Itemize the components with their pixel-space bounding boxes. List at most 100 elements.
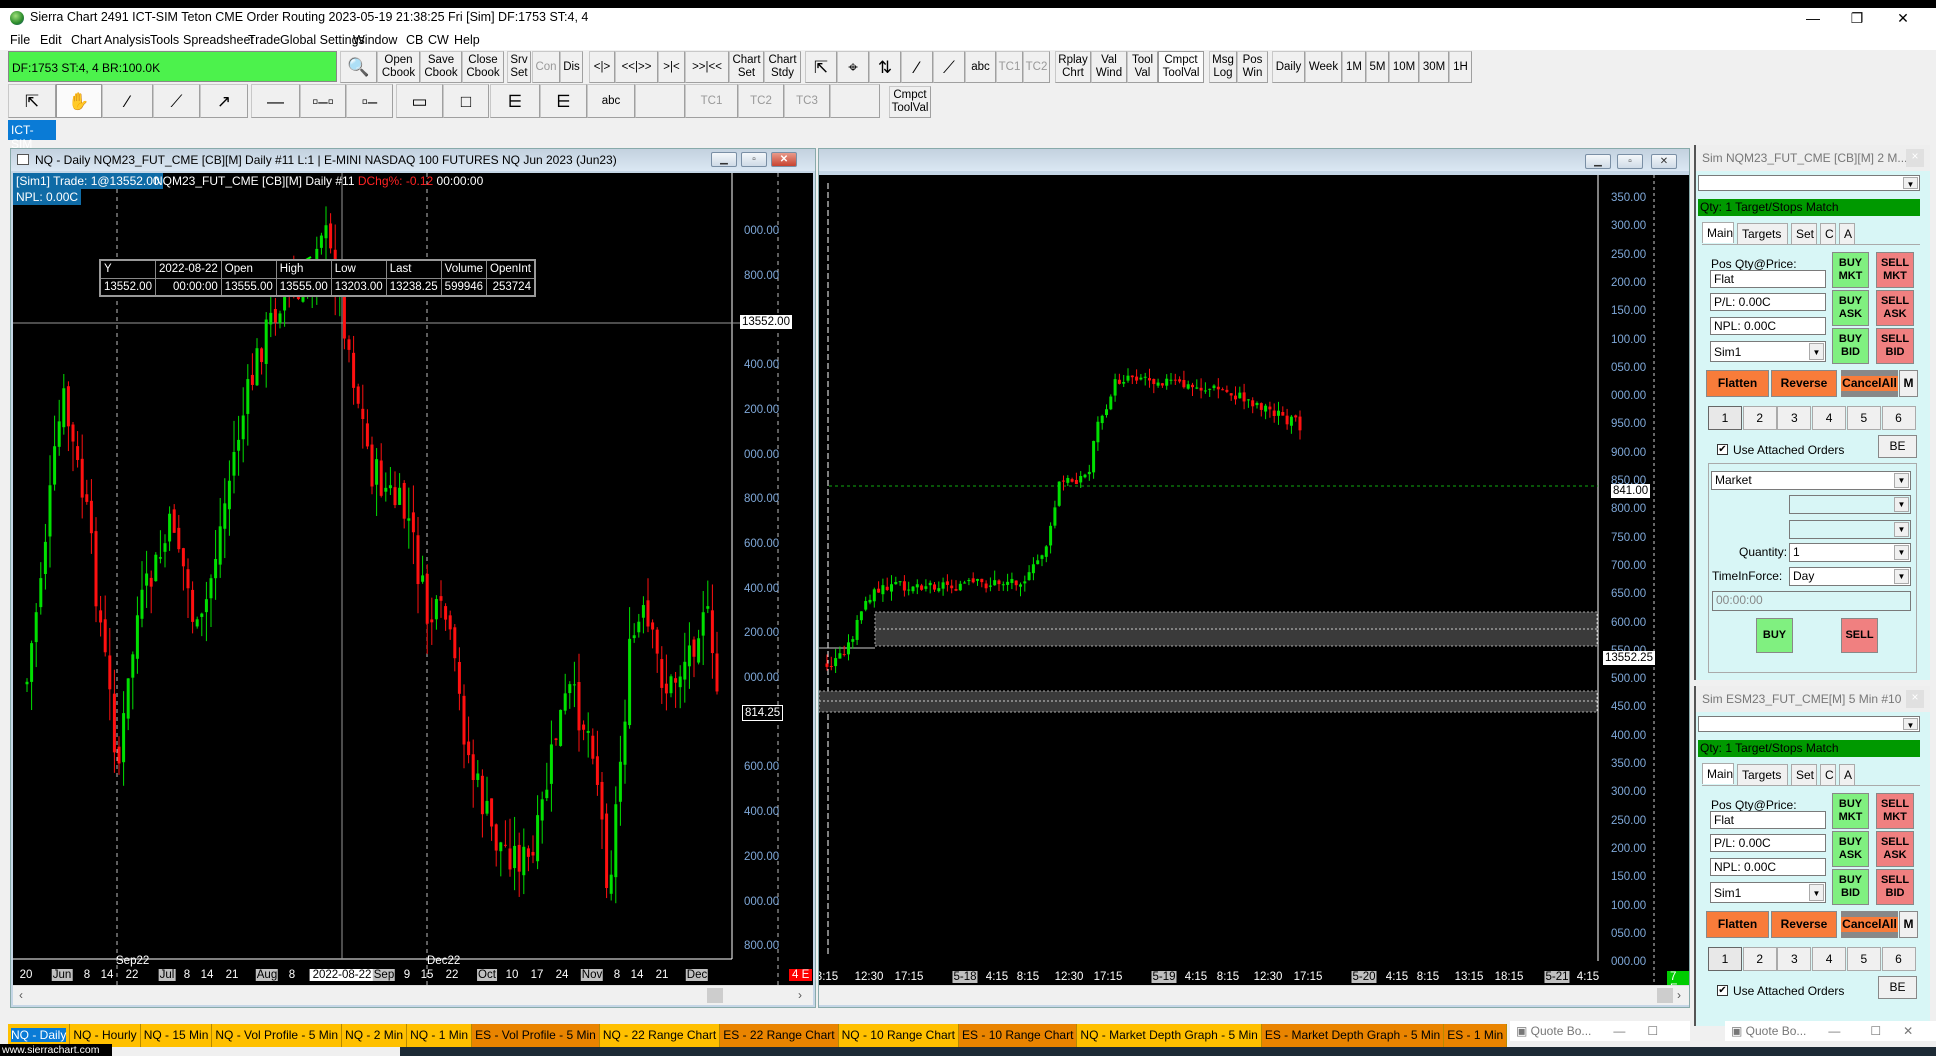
toolbar-srv-set-button[interactable]: Srv Set <box>507 51 531 83</box>
account-select[interactable]: Sim1 ▼ <box>1710 341 1826 362</box>
right-chart-restore[interactable]: ▫ <box>1617 154 1643 169</box>
symbol-search-button[interactable]: 🔍 <box>340 51 377 83</box>
scroll-thumb[interactable] <box>707 988 723 1003</box>
left-chart-minimize[interactable]: ▁ <box>711 152 737 167</box>
toolbar-1m-button[interactable]: 1M <box>1342 51 1366 83</box>
right-chart-title[interactable] <box>819 149 1689 171</box>
tab-main[interactable]: Main <box>1702 763 1734 784</box>
text-tool-button[interactable]: abc <box>587 84 635 118</box>
tab-a[interactable]: A <box>1839 223 1855 244</box>
menu-window[interactable]: Window <box>353 33 397 47</box>
menu-help[interactable]: Help <box>454 33 480 47</box>
symbol-select[interactable]: ▼ <box>1698 716 1920 732</box>
sell-button[interactable]: SELL <box>1841 618 1878 653</box>
order-type-select[interactable]: Market ▼ <box>1711 471 1911 490</box>
quantity-preset-4[interactable]: 4 <box>1812 406 1847 430</box>
time-in-force-select[interactable]: Day ▼ <box>1789 567 1911 586</box>
chart-tab-nq-15-min[interactable]: NQ - 15 Min <box>140 1024 213 1047</box>
quantity-preset-4[interactable]: 4 <box>1812 947 1847 971</box>
right-chart-plot[interactable]: 350.00 300.00 250.00 200.00 150.00 100.00 050.… <box>819 175 1689 985</box>
arrow-tool-button[interactable]: ↗ <box>200 84 248 118</box>
sell-ask-button[interactable]: SELL ASK <box>1876 831 1914 867</box>
buy-mkt-button[interactable]: BUY MKT <box>1832 793 1869 829</box>
menu-file[interactable]: File <box>10 33 30 47</box>
toolbar-daily-button[interactable]: Daily <box>1272 51 1305 83</box>
chart-tab-nq-10-range-chart[interactable]: NQ - 10 Range Chart <box>838 1024 960 1047</box>
quantity-preset-2[interactable]: 2 <box>1742 406 1777 430</box>
scroll-right-icon[interactable]: › <box>798 988 802 1002</box>
chart-tab-es-1-min[interactable]: ES - 1 Min <box>1444 1024 1508 1047</box>
quote-box-window-1[interactable]: ▣ Quote Bo... — ☐ <box>1510 1021 1690 1041</box>
left-chart-plot[interactable]: [Sim1] Trade: 1@13552.00 NQM23_FUT_CME [… <box>13 173 813 985</box>
toolbar-30m-button[interactable]: 30M <box>1419 51 1449 83</box>
toolbar-val-wind-button[interactable]: Val Wind <box>1091 51 1127 83</box>
menu-chart[interactable]: Chart <box>71 33 102 47</box>
toolbar-5m-button[interactable]: 5M <box>1366 51 1389 83</box>
toolbar-pos-win-button[interactable]: Pos Win <box>1237 51 1268 83</box>
right-chart-scrollbar[interactable]: › <box>819 985 1689 1005</box>
m-button[interactable]: M <box>1899 370 1918 397</box>
chart-tab-nq-22-range-chart[interactable]: NQ - 22 Range Chart <box>599 1024 721 1047</box>
tab-c[interactable]: C <box>1820 223 1836 244</box>
chart-tab-es-10-range-chart[interactable]: ES - 10 Range Chart <box>959 1024 1078 1047</box>
toolbar-close-cbook-button[interactable]: Close Cbook <box>462 51 504 83</box>
tab-a[interactable]: A <box>1839 764 1855 785</box>
chart-tab-es-market-depth-graph-5-min[interactable]: ES - Market Depth Graph - 5 Min <box>1261 1024 1445 1047</box>
tab-set[interactable]: Set <box>1791 764 1817 785</box>
horizontal-line-ray-tool-button[interactable]: ▫– <box>346 84 393 118</box>
quantity-preset-1[interactable]: 1 <box>1708 406 1742 430</box>
cancel-all-button[interactable]: CancelAll <box>1841 911 1898 938</box>
toolbar-10m-button[interactable]: 10M <box>1389 51 1419 83</box>
tab-main[interactable]: Main <box>1702 222 1734 243</box>
buy-mkt-button[interactable]: BUY MKT <box>1832 252 1869 288</box>
tab-targets[interactable]: Targets <box>1737 223 1788 244</box>
quantity-preset-5[interactable]: 5 <box>1846 406 1881 430</box>
blank-tool-button[interactable] <box>830 84 880 118</box>
toolbar-dis-button[interactable]: Dis <box>560 51 583 83</box>
left-chart-close[interactable]: ✕ <box>771 152 797 167</box>
toolbar-con-button[interactable]: Con <box>532 51 560 83</box>
maximize-button[interactable]: ❐ <box>1842 10 1872 27</box>
pointer-tool-button[interactable]: ⇱ <box>8 84 56 118</box>
quantity-preset-5[interactable]: 5 <box>1846 947 1881 971</box>
right-chart-close[interactable]: ✕ <box>1651 154 1677 169</box>
left-chart-scrollbar[interactable]: ‹ › <box>13 985 813 1005</box>
quantity-preset-2[interactable]: 2 <box>1742 947 1777 971</box>
reverse-button[interactable]: Reverse <box>1771 911 1837 938</box>
extended-ray-tool-button[interactable]: ⟋ <box>153 84 200 118</box>
toolbar-tc1-button[interactable]: TC1 <box>996 51 1023 83</box>
quantity-preset-6[interactable]: 6 <box>1881 947 1916 971</box>
toolbar-save-cbook-button[interactable]: Save Cbook <box>420 51 462 83</box>
fib-extension-tool-button[interactable]: ⋿ <box>540 84 587 118</box>
tool-tc3-button[interactable]: TC3 <box>784 84 830 118</box>
tab-c[interactable]: C <box>1820 764 1836 785</box>
quantity-select[interactable]: 1 ▼ <box>1789 543 1911 562</box>
quantity-preset-6[interactable]: 6 <box>1881 406 1916 430</box>
extended-line-tool-button[interactable]: ⟋ <box>933 51 965 83</box>
reverse-button[interactable]: Reverse <box>1771 370 1837 397</box>
horizontal-ray-tool-button[interactable]: ▫–▫ <box>300 84 346 118</box>
rectangle-tool-button[interactable]: ▭ <box>396 84 443 118</box>
buy-bid-button[interactable]: BUY BID <box>1832 328 1869 364</box>
tool-tc1-button[interactable]: TC1 <box>685 84 738 118</box>
close-button[interactable]: ✕ <box>1888 10 1918 27</box>
toolbar-x-button[interactable]: <|> <box>589 51 615 83</box>
sell-mkt-button[interactable]: SELL MKT <box>1876 793 1914 829</box>
buy-button[interactable]: BUY <box>1756 618 1793 653</box>
toolbar-open-cbook-button[interactable]: Open Cbook <box>377 51 420 83</box>
compact-toolval-button[interactable]: Cmpct ToolVal <box>889 86 931 118</box>
account-tab[interactable]: ICT-SIM <box>8 120 56 151</box>
flatten-button[interactable]: Flatten <box>1706 370 1769 397</box>
sierrachart-link[interactable]: www.sierrachart.com <box>0 1044 112 1056</box>
tab-set[interactable]: Set <box>1791 223 1817 244</box>
toolbar-x-button[interactable]: <<|>> <box>615 51 658 83</box>
tab-targets[interactable]: Targets <box>1737 764 1788 785</box>
toolbar-tc2-button[interactable]: TC2 <box>1023 51 1050 83</box>
attached-orders-checkbox[interactable]: ✔ <box>1717 985 1728 996</box>
toolbar-msg-log-button[interactable]: Msg Log <box>1209 51 1237 83</box>
toolbar-x-button[interactable]: >|< <box>658 51 685 83</box>
menu-trade[interactable]: Trade <box>248 33 280 47</box>
attached-orders-checkbox[interactable]: ✔ <box>1717 444 1728 455</box>
scroll-left-icon[interactable]: ‹ <box>19 988 23 1002</box>
account-select[interactable]: Sim1 ▼ <box>1710 882 1826 903</box>
